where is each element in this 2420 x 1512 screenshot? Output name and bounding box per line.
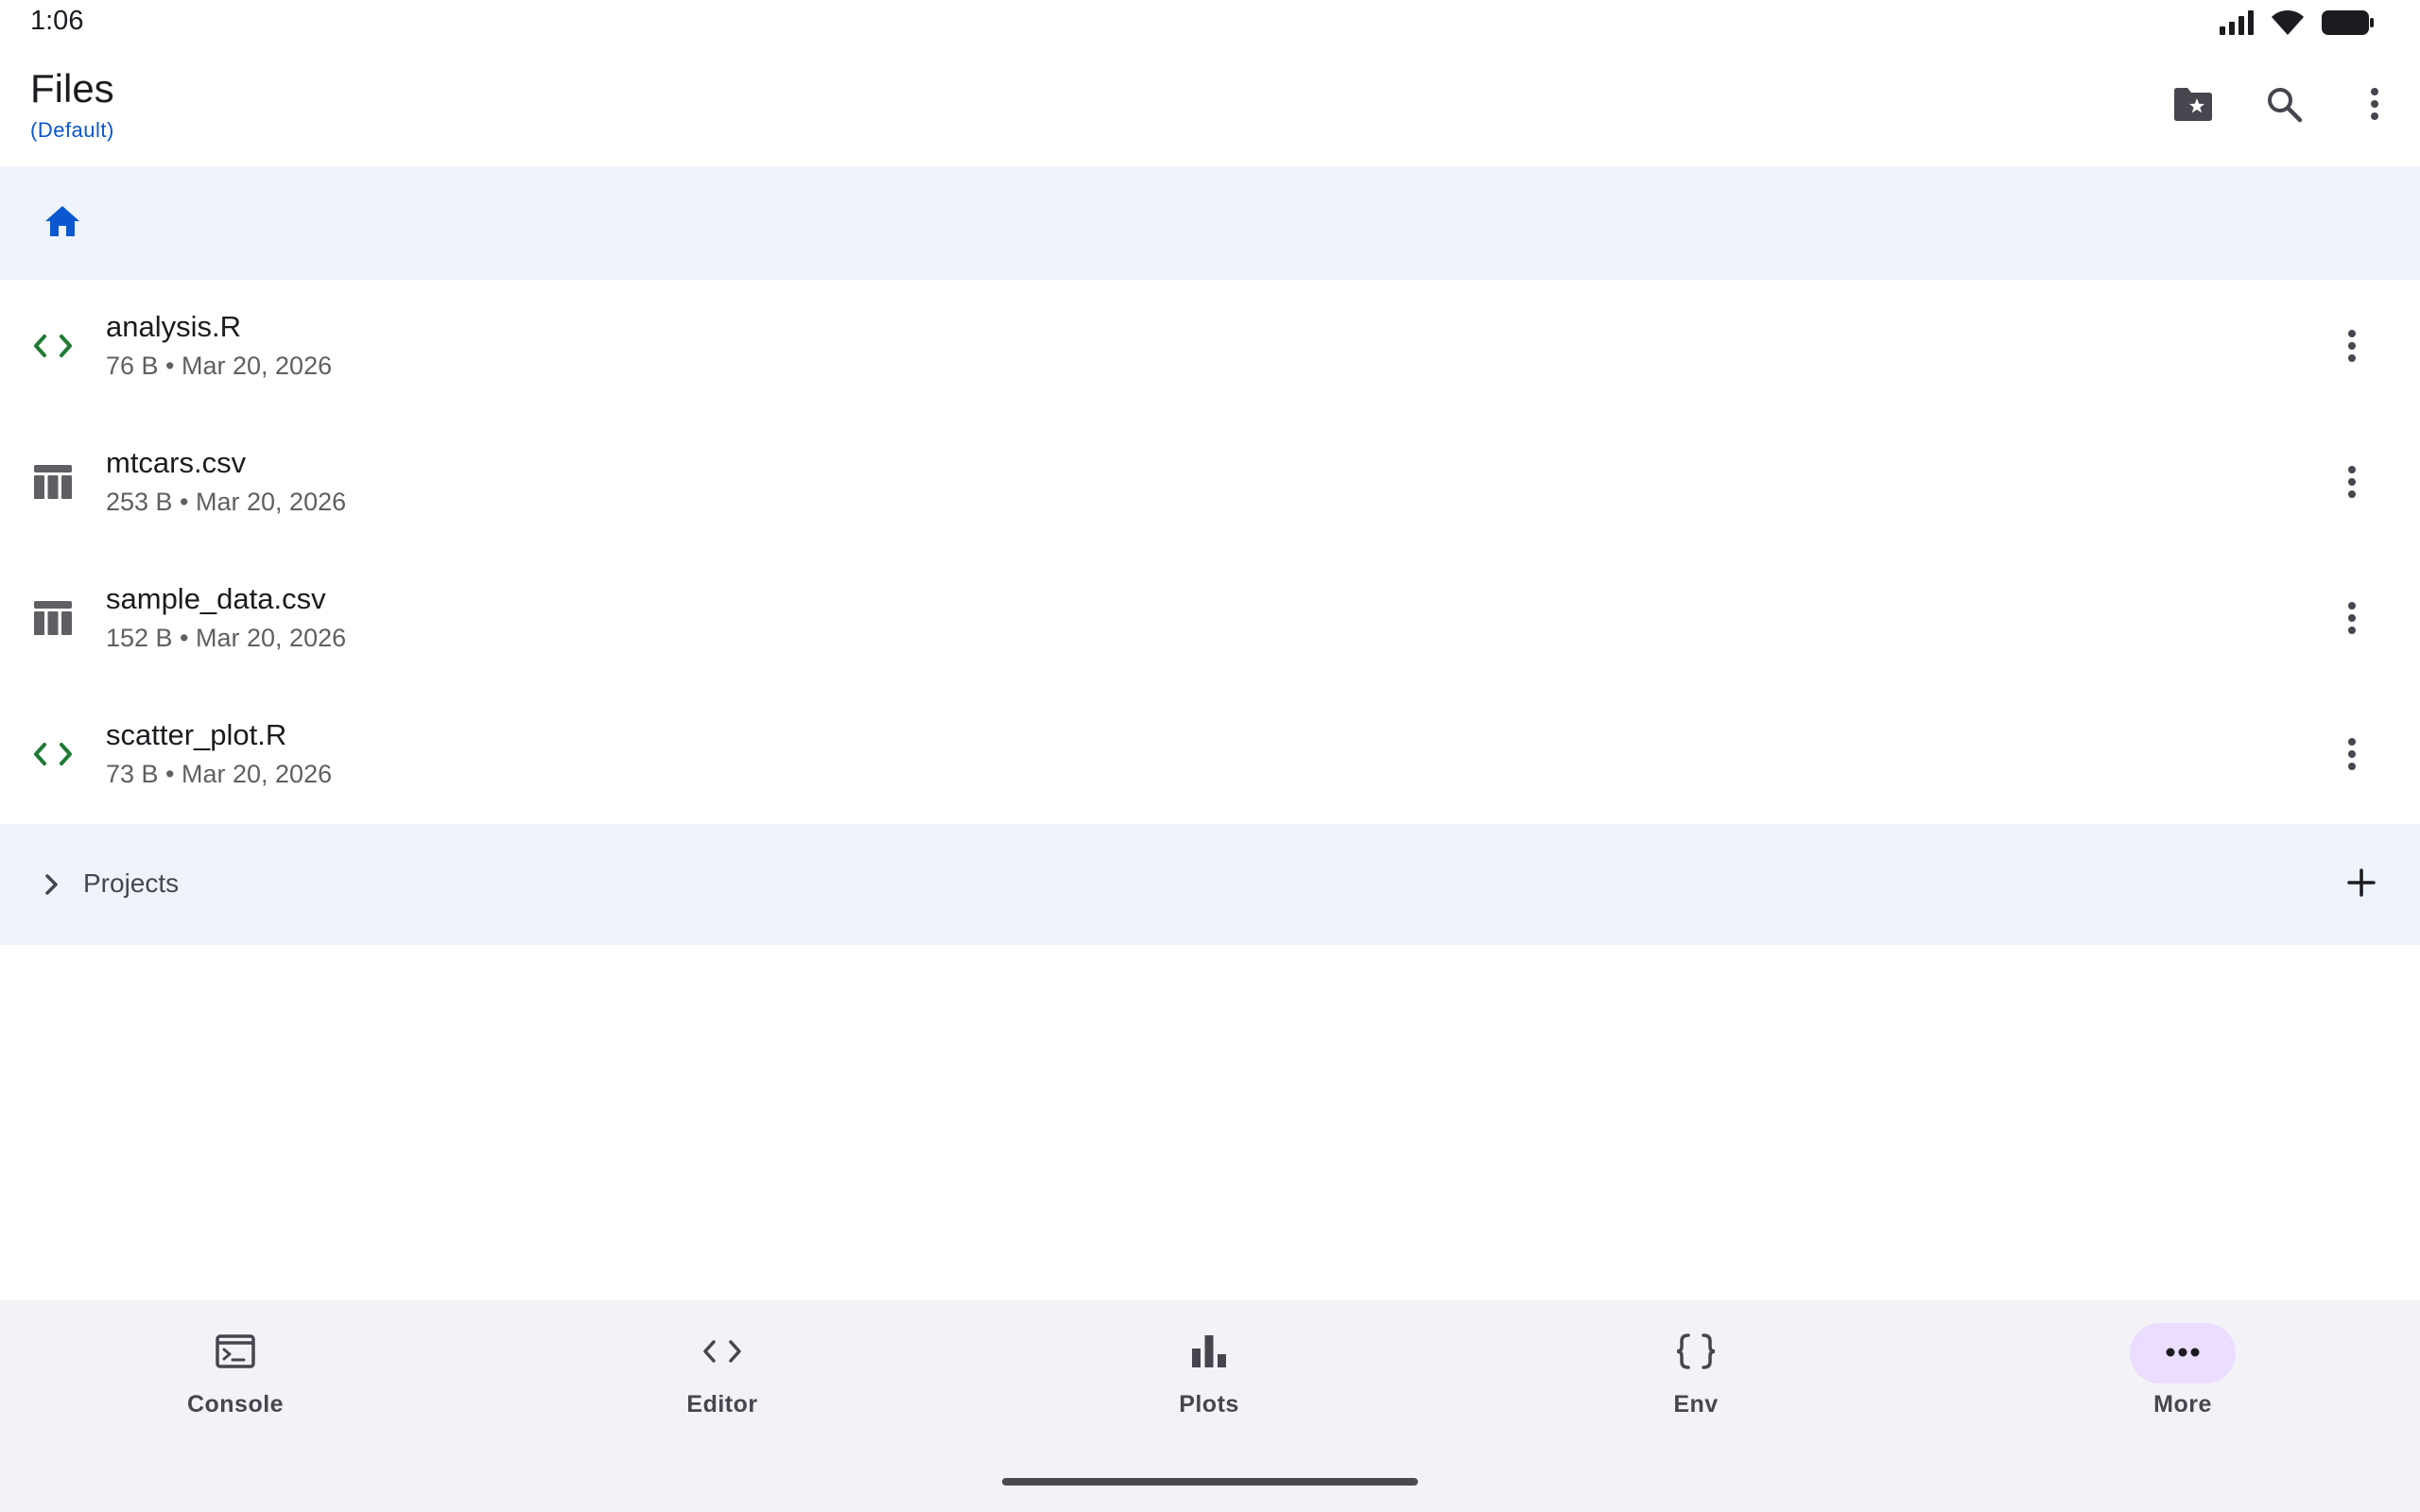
folder-star-icon bbox=[2172, 85, 2214, 128]
braces-icon bbox=[1675, 1332, 1717, 1375]
status-bar: 1:06 bbox=[0, 0, 2420, 45]
table-icon bbox=[30, 459, 76, 505]
nav-pill bbox=[669, 1323, 775, 1383]
home-icon bbox=[43, 204, 81, 243]
nav-plots[interactable]: Plots bbox=[1096, 1323, 1322, 1446]
more-vert-icon bbox=[2369, 87, 2380, 126]
breadcrumb bbox=[0, 166, 2420, 280]
nav-label: Editor bbox=[686, 1391, 758, 1418]
nav-pill-active bbox=[2130, 1323, 2236, 1383]
code-icon bbox=[30, 731, 76, 777]
more-vert-icon bbox=[2346, 601, 2358, 640]
top-app-bar: Files (Default) bbox=[0, 45, 2420, 166]
file-meta: 76 B • Mar 20, 2026 bbox=[106, 352, 333, 380]
file-row[interactable]: analysis.R 76 B • Mar 20, 2026 bbox=[0, 280, 2420, 416]
bar-chart-icon bbox=[1192, 1334, 1226, 1372]
nav-more[interactable]: More bbox=[2069, 1323, 2296, 1446]
code-icon bbox=[702, 1338, 742, 1369]
file-name: scatter_plot.R bbox=[106, 718, 287, 751]
nav-console[interactable]: Console bbox=[122, 1323, 349, 1446]
more-vert-icon bbox=[2346, 465, 2358, 504]
nav-label: Env bbox=[1673, 1391, 1719, 1418]
nav-label: Console bbox=[186, 1391, 285, 1418]
nav-env[interactable]: Env bbox=[1582, 1323, 1809, 1446]
nav-label: Plots bbox=[1179, 1391, 1239, 1418]
bottom-navigation: Console Editor Plots Env More bbox=[0, 1300, 2420, 1512]
file-meta: 152 B • Mar 20, 2026 bbox=[106, 624, 347, 652]
overflow-menu-button[interactable] bbox=[2329, 60, 2420, 151]
file-more-button[interactable] bbox=[2322, 454, 2382, 514]
projects-label: Projects bbox=[83, 868, 180, 898]
file-meta: 73 B • Mar 20, 2026 bbox=[106, 760, 333, 788]
plus-icon bbox=[2347, 868, 2376, 902]
file-row[interactable]: sample_data.csv 152 B • Mar 20, 2026 bbox=[0, 552, 2420, 688]
page-title: Files bbox=[30, 66, 114, 111]
nav-pill bbox=[1156, 1323, 1262, 1383]
file-meta: 253 B • Mar 20, 2026 bbox=[106, 488, 347, 516]
status-time: 1:06 bbox=[30, 6, 84, 36]
search-button[interactable] bbox=[2238, 60, 2329, 151]
signal-icon bbox=[2220, 10, 2254, 40]
more-vert-icon bbox=[2346, 329, 2358, 368]
file-more-button[interactable] bbox=[2322, 318, 2382, 378]
wifi-icon bbox=[2271, 9, 2305, 41]
nav-editor[interactable]: Editor bbox=[609, 1323, 836, 1446]
file-name: mtcars.csv bbox=[106, 446, 247, 479]
file-name: sample_data.csv bbox=[106, 582, 326, 615]
home-indicator[interactable] bbox=[1002, 1478, 1418, 1486]
more-vert-icon bbox=[2346, 737, 2358, 776]
bookmarked-folders-button[interactable] bbox=[2148, 60, 2238, 151]
status-icons bbox=[2220, 9, 2375, 41]
file-more-button[interactable] bbox=[2322, 726, 2382, 786]
battery-icon bbox=[2322, 9, 2375, 41]
home-breadcrumb-button[interactable] bbox=[34, 195, 91, 251]
file-row[interactable]: mtcars.csv 253 B • Mar 20, 2026 bbox=[0, 416, 2420, 552]
file-list: analysis.R 76 B • Mar 20, 2026 mtcars.cs… bbox=[0, 280, 2420, 824]
table-icon bbox=[30, 595, 76, 641]
search-icon bbox=[2265, 85, 2303, 128]
more-horiz-icon bbox=[2166, 1345, 2200, 1362]
terminal-icon bbox=[216, 1333, 255, 1373]
nav-label: More bbox=[2153, 1391, 2212, 1418]
top-actions bbox=[2148, 45, 2420, 166]
chevron-right-icon[interactable] bbox=[32, 866, 70, 903]
page-subtitle: (Default) bbox=[30, 118, 114, 142]
code-icon bbox=[30, 323, 76, 369]
nav-pill bbox=[182, 1323, 288, 1383]
file-name: analysis.R bbox=[106, 310, 241, 343]
file-row[interactable]: scatter_plot.R 73 B • Mar 20, 2026 bbox=[0, 688, 2420, 824]
add-project-button[interactable] bbox=[2337, 860, 2386, 909]
nav-pill bbox=[1643, 1323, 1749, 1383]
file-more-button[interactable] bbox=[2322, 590, 2382, 650]
projects-section[interactable]: Projects bbox=[0, 824, 2420, 945]
